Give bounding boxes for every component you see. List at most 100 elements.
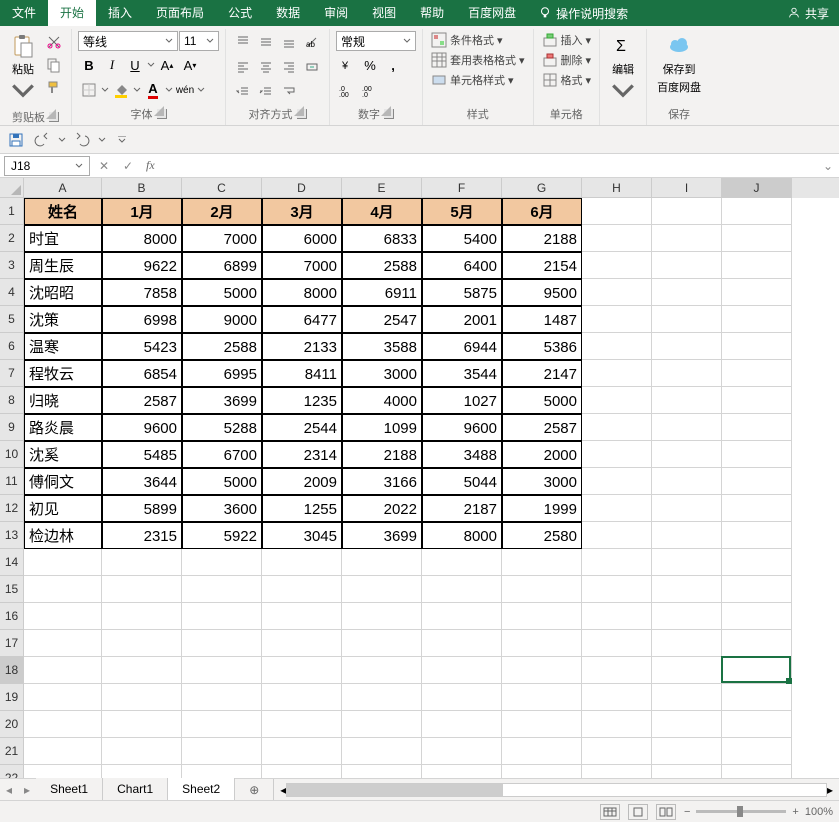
cell[interactable]: 9600	[102, 414, 182, 441]
cell[interactable]: 2147	[502, 360, 582, 387]
cell[interactable]	[102, 657, 182, 684]
select-all-corner[interactable]	[0, 178, 24, 198]
cell[interactable]	[422, 738, 502, 765]
cell[interactable]	[652, 414, 722, 441]
cell[interactable]: 时宜	[24, 225, 102, 252]
cell[interactable]: 4000	[342, 387, 422, 414]
cell[interactable]	[582, 657, 652, 684]
cell[interactable]	[652, 711, 722, 738]
tell-me[interactable]: 操作说明搜索	[528, 0, 638, 26]
cut-button[interactable]	[43, 31, 65, 53]
cell[interactable]	[422, 765, 502, 778]
zoom-out-button[interactable]: −	[684, 806, 690, 818]
column-header[interactable]: D	[262, 178, 342, 198]
tab-formulas[interactable]: 公式	[216, 0, 264, 26]
cell[interactable]: 1487	[502, 306, 582, 333]
row-header[interactable]: 9	[0, 414, 24, 441]
cell[interactable]	[342, 630, 422, 657]
cell[interactable]: 6911	[342, 279, 422, 306]
cell[interactable]: 6700	[182, 441, 262, 468]
cell[interactable]	[722, 603, 792, 630]
cell[interactable]	[182, 630, 262, 657]
cell[interactable]	[722, 738, 792, 765]
cell[interactable]	[342, 576, 422, 603]
cell[interactable]	[582, 225, 652, 252]
cell[interactable]	[652, 684, 722, 711]
cell[interactable]	[582, 198, 652, 225]
cell[interactable]	[422, 630, 502, 657]
cell[interactable]: 9600	[422, 414, 502, 441]
cell[interactable]	[502, 603, 582, 630]
cell[interactable]: 6000	[262, 225, 342, 252]
dialog-launcher-icon[interactable]	[384, 109, 394, 119]
cell[interactable]	[262, 657, 342, 684]
cell[interactable]	[182, 738, 262, 765]
chevron-down-icon[interactable]	[58, 136, 66, 144]
orientation-button[interactable]: ab	[301, 31, 323, 53]
row-header[interactable]: 11	[0, 468, 24, 495]
tab-home[interactable]: 开始	[48, 0, 96, 26]
cell[interactable]: 9622	[102, 252, 182, 279]
cell[interactable]	[722, 441, 792, 468]
cell[interactable]: 5423	[102, 333, 182, 360]
cell[interactable]: 3644	[102, 468, 182, 495]
cell[interactable]	[502, 657, 582, 684]
column-header[interactable]: I	[652, 178, 722, 198]
row-header[interactable]: 21	[0, 738, 24, 765]
chevron-down-icon[interactable]	[165, 86, 173, 94]
column-header[interactable]: H	[582, 178, 652, 198]
row-header[interactable]: 22	[0, 765, 24, 778]
cell[interactable]	[262, 630, 342, 657]
cell[interactable]	[722, 684, 792, 711]
tab-review[interactable]: 审阅	[312, 0, 360, 26]
cell-style-button[interactable]: 单元格样式▾	[429, 71, 516, 89]
cell[interactable]: 检边林	[24, 522, 102, 549]
cell[interactable]: 7000	[182, 225, 262, 252]
cell[interactable]: 5899	[102, 495, 182, 522]
cell[interactable]: 2022	[342, 495, 422, 522]
cell[interactable]	[342, 711, 422, 738]
tab-file[interactable]: 文件	[0, 0, 48, 26]
cell[interactable]	[582, 576, 652, 603]
cell[interactable]: 8000	[422, 522, 502, 549]
cell[interactable]	[722, 198, 792, 225]
cell[interactable]	[722, 333, 792, 360]
cell[interactable]	[262, 765, 342, 778]
column-header[interactable]: G	[502, 178, 582, 198]
editing-button[interactable]: Σ 编辑	[606, 31, 640, 107]
cell[interactable]: 2315	[102, 522, 182, 549]
cell[interactable]	[102, 603, 182, 630]
cell[interactable]	[262, 549, 342, 576]
save-button[interactable]	[6, 130, 26, 150]
cell[interactable]	[502, 738, 582, 765]
cell[interactable]: 6899	[182, 252, 262, 279]
undo-button[interactable]	[32, 130, 52, 150]
cell[interactable]: 6995	[182, 360, 262, 387]
cell[interactable]	[722, 576, 792, 603]
cell[interactable]	[262, 711, 342, 738]
cell[interactable]: 1255	[262, 495, 342, 522]
cell[interactable]: 3588	[342, 333, 422, 360]
dialog-launcher-icon[interactable]	[157, 109, 167, 119]
font-color-button[interactable]: A	[142, 79, 164, 101]
horizontal-scrollbar[interactable]: ◂▸	[280, 783, 833, 797]
cell[interactable]: 6833	[342, 225, 422, 252]
cell[interactable]	[652, 441, 722, 468]
tab-data[interactable]: 数据	[264, 0, 312, 26]
cell[interactable]	[722, 765, 792, 778]
row-header[interactable]: 10	[0, 441, 24, 468]
cell[interactable]	[582, 549, 652, 576]
bold-button[interactable]: B	[78, 54, 100, 76]
cell[interactable]	[722, 252, 792, 279]
cell[interactable]: 2009	[262, 468, 342, 495]
cell[interactable]	[582, 603, 652, 630]
row-header[interactable]: 6	[0, 333, 24, 360]
row-header[interactable]: 18	[0, 657, 24, 684]
cell[interactable]: 姓名	[24, 198, 102, 225]
name-box[interactable]: J18	[4, 156, 90, 176]
cell[interactable]	[502, 630, 582, 657]
fill-color-button[interactable]	[110, 79, 132, 101]
cell[interactable]: 8000	[102, 225, 182, 252]
cell[interactable]: 2187	[422, 495, 502, 522]
cell[interactable]: 1235	[262, 387, 342, 414]
